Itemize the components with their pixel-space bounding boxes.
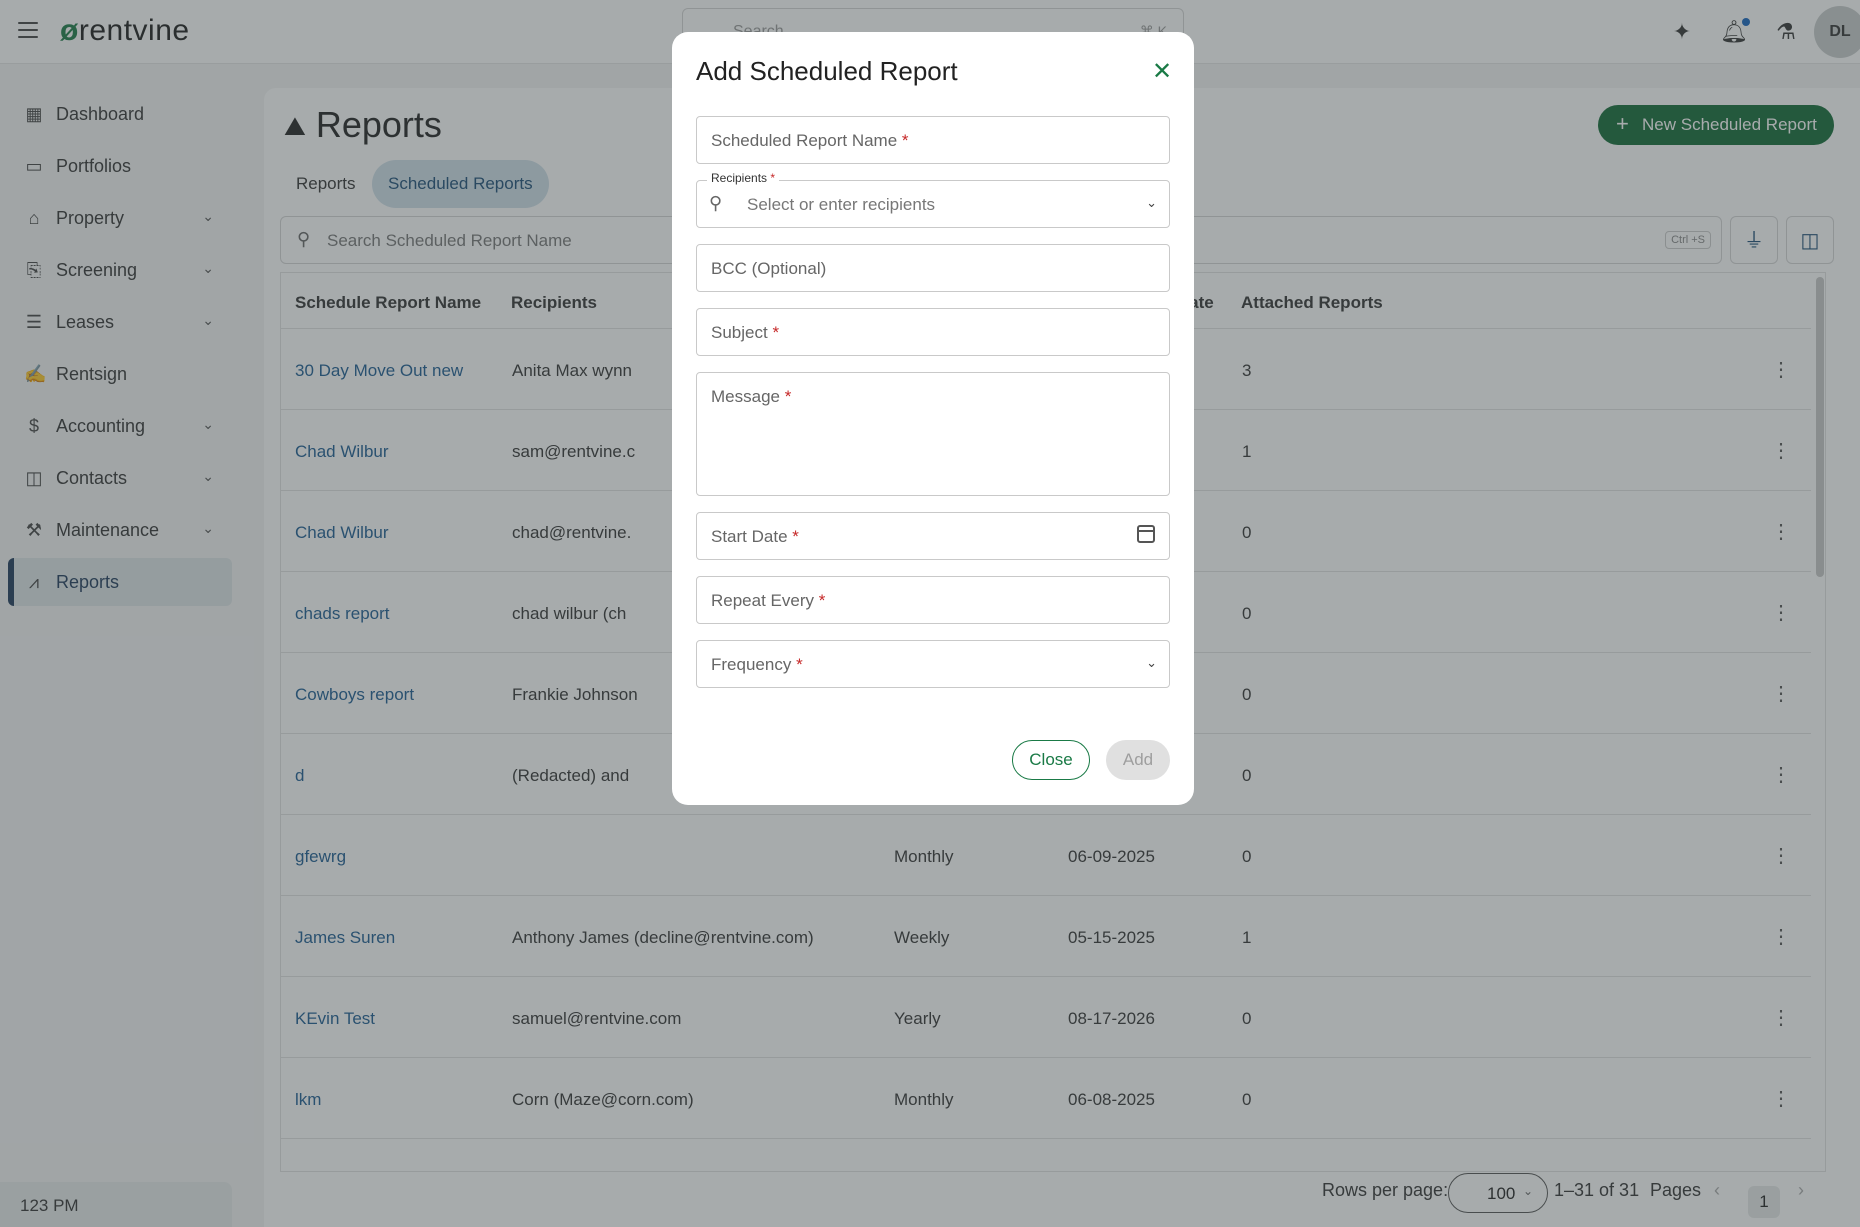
bcc-field[interactable]: BCC (Optional)	[696, 244, 1170, 292]
add-button[interactable]: Add	[1106, 740, 1170, 780]
field-label: Start Date	[711, 527, 788, 546]
close-icon[interactable]: ✕	[1148, 58, 1176, 86]
required-mark: *	[792, 527, 799, 546]
repeat-every-field[interactable]: Repeat Every *	[696, 576, 1170, 624]
subject-field[interactable]: Subject *	[696, 308, 1170, 356]
message-field[interactable]: Message *	[696, 372, 1170, 496]
required-mark: *	[796, 655, 803, 674]
scheduled-report-name-field[interactable]: Scheduled Report Name *	[696, 116, 1170, 164]
field-label: Scheduled Report Name	[711, 131, 898, 150]
required-mark: *	[818, 591, 826, 610]
field-label: Message	[711, 387, 780, 406]
field-label: BCC (Optional)	[711, 259, 827, 278]
start-date-field[interactable]: Start Date *	[696, 512, 1170, 560]
field-label: Repeat Every	[711, 591, 814, 610]
required-mark: *	[770, 171, 776, 185]
chevron-down-icon[interactable]: ⌄	[1146, 195, 1157, 211]
required-mark: *	[901, 131, 909, 150]
recipients-field[interactable]: Recipients * ⚲ Select or enter recipient…	[696, 171, 1170, 228]
calendar-icon[interactable]	[1137, 525, 1155, 543]
required-mark: *	[784, 387, 792, 406]
close-button[interactable]: Close	[1012, 740, 1090, 780]
recipients-placeholder: Select or enter recipients	[747, 195, 936, 214]
field-label: Subject	[711, 323, 768, 342]
search-icon: ⚲	[709, 193, 723, 213]
field-label: Frequency	[711, 655, 792, 674]
dialog-title: Add Scheduled Report	[696, 56, 958, 86]
required-mark: *	[772, 323, 780, 342]
field-label: Recipients	[711, 171, 768, 185]
frequency-select[interactable]: Frequency * ⌄	[696, 640, 1170, 688]
chevron-down-icon: ⌄	[1146, 655, 1157, 670]
add-scheduled-report-dialog: Add Scheduled Report ✕ Scheduled Report …	[672, 32, 1194, 805]
